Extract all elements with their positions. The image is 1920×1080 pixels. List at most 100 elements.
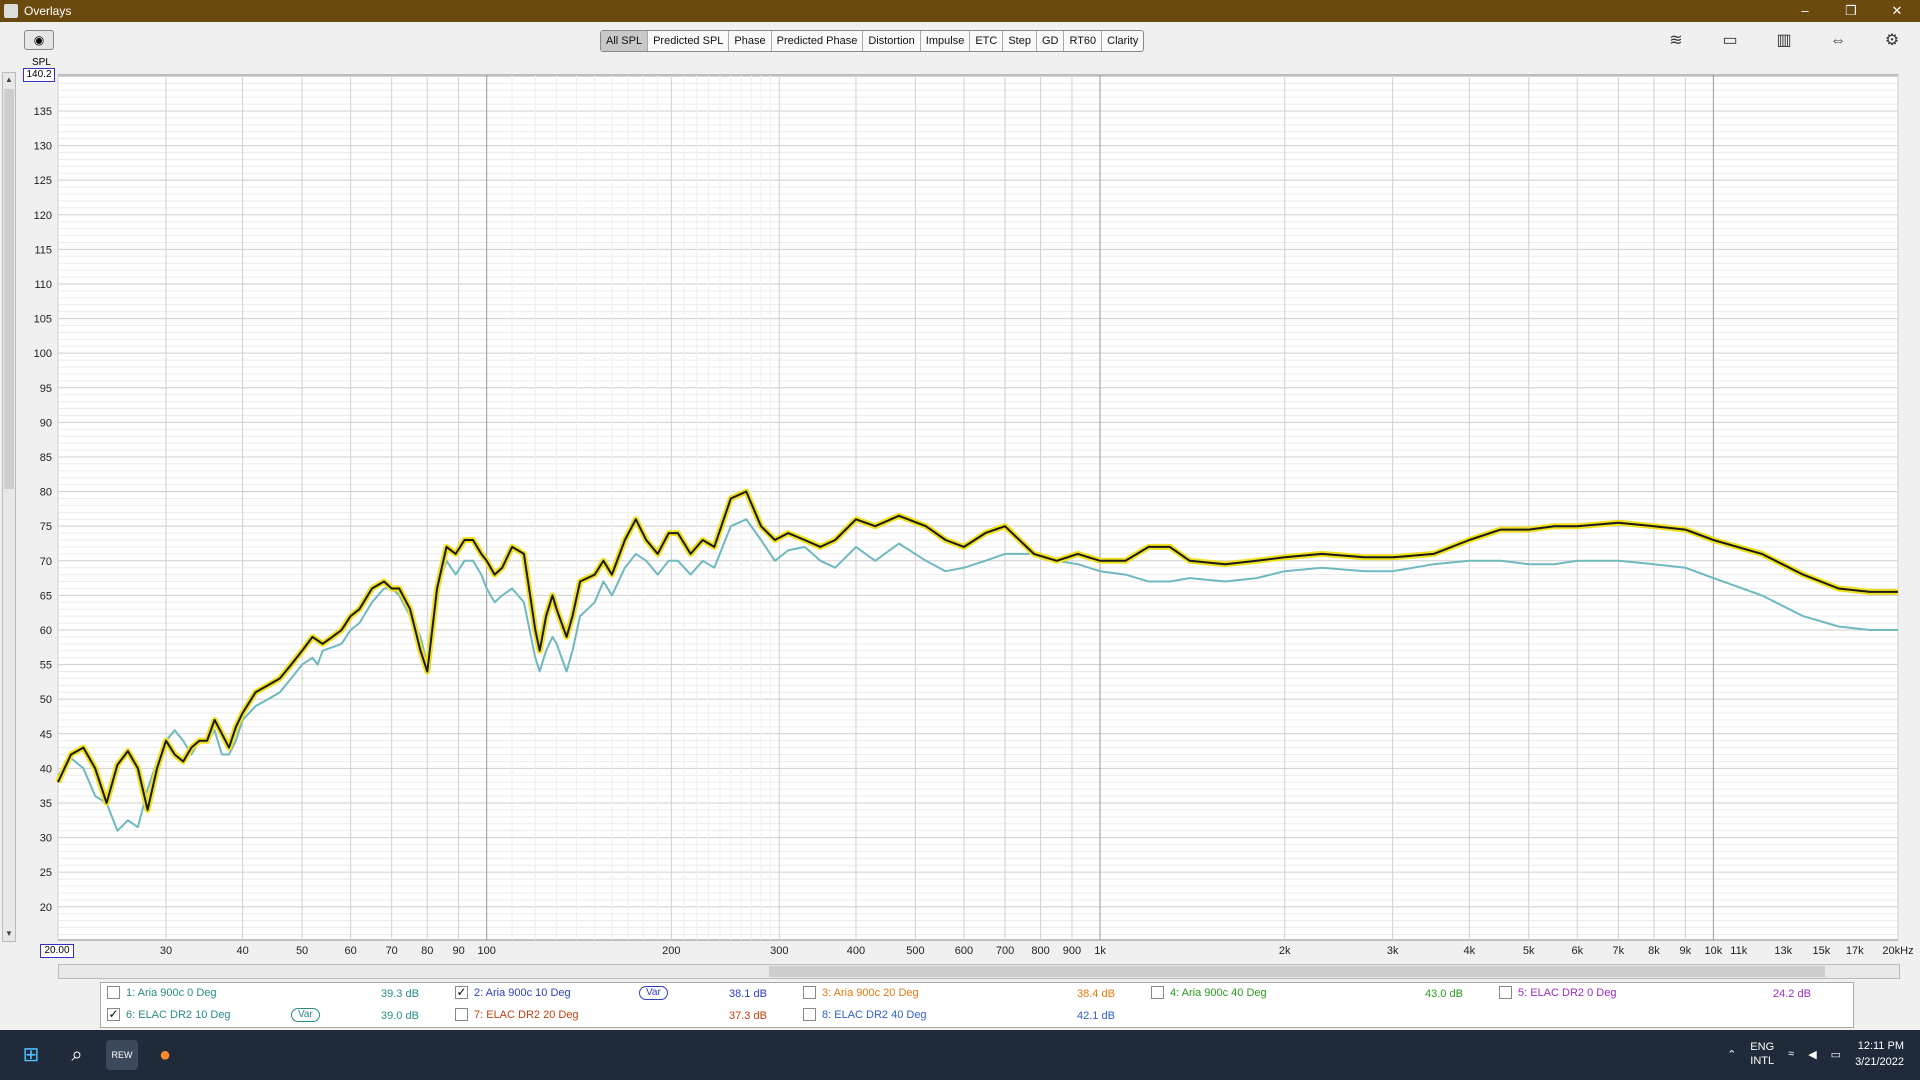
legend-item[interactable]: 3: Aria 900c 20 Deg [803, 986, 919, 999]
legend-value: 24.2 dB [1773, 988, 1811, 1000]
x-tick-label: 30 [160, 945, 172, 957]
y-tick-label: 45 [40, 729, 52, 741]
y-tick-label: 40 [40, 763, 52, 775]
y-tick-label: 125 [34, 175, 52, 187]
legend-checkbox[interactable] [455, 1008, 468, 1021]
var-offset-badge[interactable]: Var [291, 1008, 320, 1022]
legend-item[interactable]: ✓ 6: ELAC DR2 10 Deg [107, 1008, 231, 1021]
language-code: ENG [1750, 1041, 1775, 1053]
taskbar: ⊞ ⌕ REW ● ⌃ ENG INTL ≈ ◀ ▭ 12:11 PM 3/21… [0, 1030, 1920, 1080]
y-tick-label: 55 [40, 660, 52, 672]
x-tick-label: 80 [421, 945, 433, 957]
x-tick-label: 600 [955, 945, 973, 957]
y-tick-label: 90 [40, 417, 52, 429]
x-tick-label: 60 [345, 945, 357, 957]
x-tick-label: 6k [1571, 945, 1583, 957]
y-tick-label: 50 [40, 694, 52, 706]
x-tick-label: 70 [386, 945, 398, 957]
clock-date: 3/21/2022 [1855, 1056, 1904, 1068]
y-tick-label: 35 [40, 798, 52, 810]
spl-graph[interactable]: 20 25 30 35 40 45 50 55 60 65 70 75 80 85 90 95 100 105 11… [0, 0, 1920, 960]
search-icon[interactable]: ⌕ [62, 1040, 92, 1070]
x-tick-label: 800 [1031, 945, 1049, 957]
x-tick-label: 300 [770, 945, 788, 957]
legend-label: 8: ELAC DR2 40 Deg [822, 1008, 927, 1021]
y-tick-label: 75 [40, 521, 52, 533]
x-tick-label: 5k [1523, 945, 1535, 957]
y-tick-label: 70 [40, 556, 52, 568]
wifi-icon[interactable]: ≈ [1788, 1048, 1794, 1060]
x-tick-label: 2k [1279, 945, 1291, 957]
x-tick-label: 40 [237, 945, 249, 957]
y-tick-label: 20 [40, 902, 52, 914]
legend-checkbox[interactable]: ✓ [107, 1008, 120, 1021]
legend-row: 1: Aria 900c 0 Deg 39.3 dB ✓ 2: Aria 900c 1… [101, 983, 1853, 1005]
legend-value: 38.1 dB [729, 988, 767, 1000]
legend-label: 7: ELAC DR2 20 Deg [474, 1008, 579, 1021]
y-tick-label: 30 [40, 833, 52, 845]
firefox-icon[interactable]: ● [150, 1040, 180, 1070]
x-tick-label: 50 [296, 945, 308, 957]
x-tick-label: 90 [453, 945, 465, 957]
legend-label: 6: ELAC DR2 10 Deg [126, 1008, 231, 1021]
horizontal-scroll-thumb[interactable] [769, 966, 1825, 977]
y-tick-label: 105 [34, 314, 52, 326]
x-tick-label: 200 [662, 945, 680, 957]
x-min-box[interactable]: 20.00 [40, 944, 74, 958]
legend-label: 4: Aria 900c 40 Deg [1170, 986, 1267, 999]
legend-checkbox[interactable] [107, 986, 120, 999]
legend-label: 1: Aria 900c 0 Deg [126, 986, 217, 999]
y-tick-label: 25 [40, 867, 52, 879]
x-tick-label: 900 [1063, 945, 1081, 957]
legend-checkbox[interactable] [803, 986, 816, 999]
legend-value: 37.3 dB [729, 1010, 767, 1022]
y-tick-label: 65 [40, 590, 52, 602]
legend-item[interactable]: 8: ELAC DR2 40 Deg [803, 1008, 927, 1021]
legend-item[interactable]: 5: ELAC DR2 0 Deg [1499, 986, 1616, 999]
language-indicator[interactable]: ENG INTL [1750, 1040, 1774, 1068]
x-tick-label: 17k [1846, 945, 1864, 957]
legend-value: 38.4 dB [1077, 988, 1115, 1000]
legend-item[interactable]: ✓ 2: Aria 900c 10 Deg [455, 986, 571, 999]
clock[interactable]: 12:11 PM 3/21/2022 [1855, 1038, 1904, 1070]
legend-checkbox[interactable] [1499, 986, 1512, 999]
keyboard-layout: INTL [1750, 1055, 1775, 1067]
legend-item[interactable]: 7: ELAC DR2 20 Deg [455, 1008, 579, 1021]
x-tick-label: 500 [906, 945, 924, 957]
y-tick-label: 80 [40, 487, 52, 499]
x-tick-label: 4k [1463, 945, 1475, 957]
legend-row: ✓ 6: ELAC DR2 10 Deg Var 39.0 dB 7: ELAC DR2… [101, 1005, 1853, 1027]
legend-checkbox[interactable] [1151, 986, 1164, 999]
legend-item[interactable]: 4: Aria 900c 40 Deg [1151, 986, 1267, 999]
legend-label: 3: Aria 900c 20 Deg [822, 986, 919, 999]
legend-value: 43.0 dB [1425, 988, 1463, 1000]
y-tick-label: 120 [34, 210, 52, 222]
x-tick-label: 3k [1387, 945, 1399, 957]
chevron-up-icon[interactable]: ⌃ [1727, 1048, 1736, 1061]
var-offset-badge[interactable]: Var [639, 986, 668, 1000]
y-tick-label: 115 [34, 244, 52, 256]
rew-app-icon[interactable]: REW [106, 1040, 138, 1070]
x-tick-label: 10k [1704, 945, 1722, 957]
x-tick-label: 700 [996, 945, 1014, 957]
y-tick-label: 60 [40, 625, 52, 637]
volume-icon[interactable]: ◀ [1808, 1048, 1816, 1061]
legend-checkbox[interactable]: ✓ [455, 986, 468, 999]
x-tick-label: 9k [1679, 945, 1691, 957]
x-tick-label: 1k [1094, 945, 1106, 957]
horizontal-scrollbar[interactable] [58, 964, 1900, 979]
battery-icon[interactable]: ▭ [1831, 1048, 1841, 1061]
y-tick-label: 85 [40, 452, 52, 464]
y-tick-label: 130 [34, 141, 52, 153]
y-tick-label: 95 [40, 383, 52, 395]
measurement-legend: 1: Aria 900c 0 Deg 39.3 dB ✓ 2: Aria 900c 1… [100, 982, 1854, 1028]
legend-checkbox[interactable] [803, 1008, 816, 1021]
y-tick-label: 110 [34, 279, 52, 291]
x-tick-label: 8k [1648, 945, 1660, 957]
legend-value: 42.1 dB [1077, 1010, 1115, 1022]
y-tick-label: 135 [34, 106, 52, 118]
x-tick-label: 15k [1812, 945, 1830, 957]
windows-start-icon[interactable]: ⊞ [16, 1040, 46, 1070]
x-tick-label: 13k [1774, 945, 1792, 957]
legend-item[interactable]: 1: Aria 900c 0 Deg [107, 986, 217, 999]
